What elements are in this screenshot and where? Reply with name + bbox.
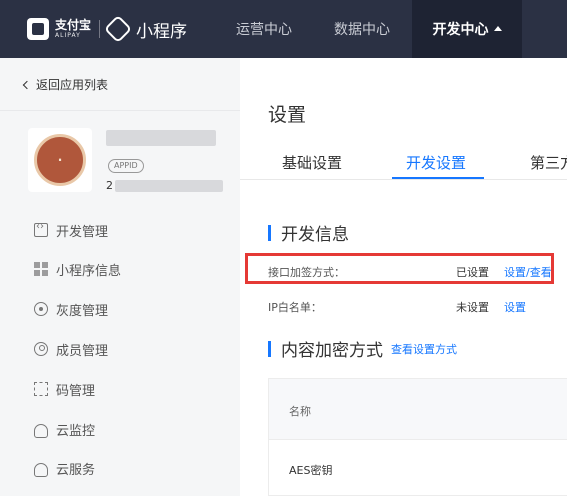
nav-operations-center[interactable]: 运营中心 <box>218 0 310 58</box>
sidebar-item-label: 码管理 <box>56 383 96 399</box>
alipay-logo-icon <box>27 18 49 40</box>
qrcode-icon <box>34 382 48 396</box>
table-row: AES密钥 <box>269 439 567 496</box>
sidebar-item-label: 开发管理 <box>56 224 109 240</box>
grid-icon <box>34 262 48 276</box>
info-row-ip-whitelist: IP白名单： 未设置 设置 <box>268 296 558 316</box>
sidebar-divider <box>0 110 240 111</box>
nav-label: 开发中心 <box>432 22 489 38</box>
tab-dev-settings[interactable]: 开发设置 <box>406 152 466 173</box>
nav-developer-center[interactable]: 开发中心 <box>412 0 522 58</box>
radar-icon <box>34 302 48 316</box>
row-status: 未设置 <box>456 301 489 314</box>
back-to-app-list-link[interactable]: 返回应用列表 <box>22 76 109 93</box>
cloud-icon <box>34 463 48 477</box>
highlight-box <box>245 253 554 284</box>
row-name: AES密钥 <box>289 464 333 477</box>
cloud-icon <box>34 424 48 438</box>
appid-value: 2 <box>106 179 223 192</box>
code-icon <box>34 221 48 237</box>
page-title: 设置 <box>268 104 307 126</box>
tab-basic-settings[interactable]: 基础设置 <box>282 152 342 173</box>
sidebar-item-label: 成员管理 <box>56 343 109 359</box>
sidebar-item-grayscale-management[interactable]: 灰度管理 <box>34 299 108 319</box>
tabs-divider <box>240 179 567 180</box>
sidebar-item-label: 小程序信息 <box>56 263 122 279</box>
brand[interactable]: 支付宝 ALIPAY 小程序 <box>27 14 188 44</box>
sidebar-item-code-management[interactable]: 码管理 <box>34 379 95 399</box>
app-name-redacted <box>106 130 216 146</box>
main-content: 设置 基础设置 开发设置 第三方 开发信息 接口加签方式： 已设置 设置/查看 … <box>240 58 567 496</box>
user-icon <box>34 342 48 356</box>
sidebar-item-cloud-monitoring[interactable]: 云监控 <box>34 419 95 439</box>
sidebar-item-cloud-service[interactable]: 云服务 <box>34 458 95 478</box>
sidebar-item-dev-management[interactable]: 开发管理 <box>34 220 108 240</box>
tab-third-party[interactable]: 第三方 <box>530 152 567 173</box>
section-accent-bar <box>268 224 271 241</box>
sidebar-item-member-management[interactable]: 成员管理 <box>34 339 108 359</box>
section-dev-info: 开发信息 <box>268 220 349 245</box>
sidebar-item-label: 灰度管理 <box>56 303 109 319</box>
sidebar-item-miniprogram-info[interactable]: 小程序信息 <box>34 259 121 279</box>
sidebar: 返回应用列表 · APPID 2 开发管理 小程序信息 灰度管理 成员管理 码管… <box>0 58 240 496</box>
sidebar-item-label: 云监控 <box>56 423 96 439</box>
brand-divider <box>99 20 101 38</box>
top-navigation-bar: 支付宝 ALIPAY 小程序 运营中心 数据中心 开发中心 <box>0 0 567 58</box>
section-title: 开发信息 <box>281 225 349 245</box>
nav-label: 运营中心 <box>236 22 292 38</box>
table-header: 名称 <box>269 379 567 439</box>
nav-label: 数据中心 <box>334 22 390 38</box>
appid-redacted <box>115 179 223 192</box>
caret-up-icon <box>493 25 502 31</box>
appid-prefix: 2 <box>106 179 113 192</box>
appid-badge: APPID <box>108 159 144 173</box>
product-name: 小程序 <box>136 21 188 42</box>
alipay-wordmark: 支付宝 ALIPAY <box>55 19 91 39</box>
row-label: IP白名单： <box>268 301 322 314</box>
section-accent-bar <box>268 340 271 357</box>
encryption-table: 名称 AES密钥 <box>268 378 567 496</box>
back-link-label: 返回应用列表 <box>36 78 109 92</box>
view-setting-method-link[interactable]: 查看设置方式 <box>391 341 457 357</box>
chevron-left-icon <box>22 80 32 89</box>
app-logo-seal: · <box>34 134 86 186</box>
alipay-en-text: ALIPAY <box>55 32 81 39</box>
column-header-name: 名称 <box>289 405 311 418</box>
set-link[interactable]: 设置 <box>504 299 526 315</box>
section-content-encryption: 内容加密方式 查看设置方式 <box>268 336 457 361</box>
miniprogram-logo-icon <box>103 14 133 44</box>
alipay-cn-text: 支付宝 <box>55 18 92 32</box>
nav-data-center[interactable]: 数据中心 <box>316 0 408 58</box>
section-title: 内容加密方式 <box>281 341 383 361</box>
app-avatar: · <box>28 128 92 192</box>
sidebar-item-label: 云服务 <box>56 462 96 478</box>
